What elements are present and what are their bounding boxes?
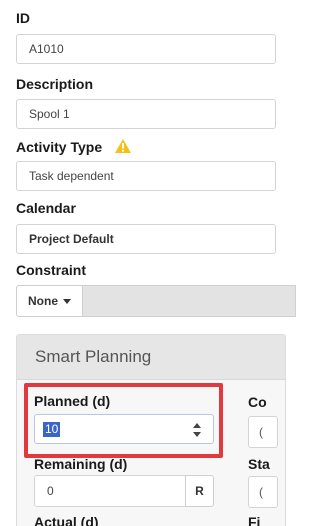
description-input[interactable]: Spool 1 [16,99,276,129]
constraint-dropdown-button[interactable]: None [16,285,83,317]
remaining-label: Remaining (d) [34,456,128,472]
activity-type-label: Activity Type [16,139,103,155]
right-col-input-1[interactable]: ( [248,416,278,448]
right-col-label-3: Fi [248,514,261,526]
id-label: ID [16,10,30,26]
planned-label: Planned (d) [34,393,111,409]
id-input[interactable]: A1010 [16,34,276,64]
constraint-control: None [16,285,296,317]
calendar-select[interactable]: Project Default [16,224,276,254]
planned-value: 10 [43,422,61,437]
constraint-date-field[interactable] [83,285,296,317]
warning-triangle-icon [114,138,132,157]
caret-down-icon [63,298,71,304]
spinner-arrows-icon[interactable] [193,423,201,437]
activity-type-select[interactable]: Task dependent [16,161,276,191]
constraint-dropdown-value: None [28,294,58,308]
calendar-label: Calendar [16,200,76,216]
remaining-reset-button[interactable]: R [185,475,214,507]
planned-input[interactable]: 10 [34,414,214,444]
right-col-label-2: Sta [248,456,270,472]
remaining-input[interactable]: 0 [34,475,186,507]
constraint-label: Constraint [16,262,86,278]
activity-type-label-row: Activity Type [16,138,132,157]
smart-planning-title: Smart Planning [17,335,285,380]
right-col-input-2[interactable]: ( [248,476,278,508]
right-col-label-1: Co [248,394,267,410]
actual-label: Actual (d) [34,514,99,526]
description-label: Description [16,76,94,92]
